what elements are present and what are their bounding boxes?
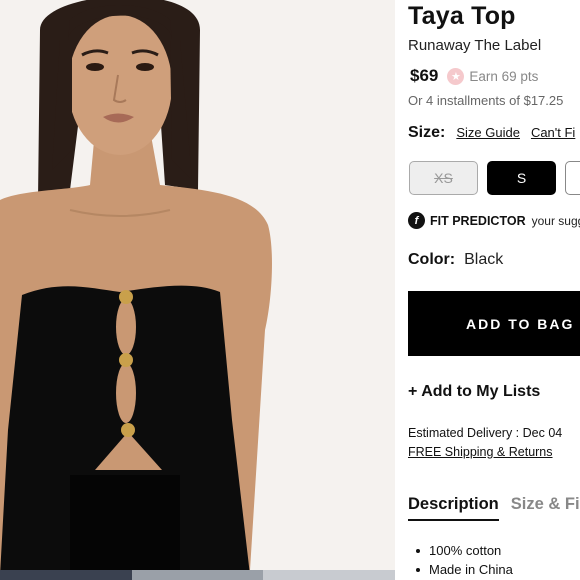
color-value: Black	[464, 251, 504, 268]
size-label: Size:	[408, 124, 446, 141]
size-option-m[interactable]: M	[565, 161, 580, 195]
tab-description[interactable]: Description	[408, 495, 499, 521]
color-row: Color: Black	[408, 251, 503, 269]
size-guide-link[interactable]: Size Guide	[456, 125, 520, 140]
fit-predictor-logo-icon: f	[408, 212, 425, 229]
free-shipping-link[interactable]: FREE Shipping & Returns	[408, 445, 553, 459]
size-option-xs[interactable]: XS	[409, 161, 478, 195]
size-options: XS S M	[409, 161, 580, 195]
fit-predictor[interactable]: f FIT PREDICTOR your sugg	[408, 212, 580, 229]
size-option-s[interactable]: S	[487, 161, 556, 195]
product-image[interactable]	[0, 0, 395, 580]
fit-predictor-text: your sugg	[531, 213, 580, 228]
cant-find-size-link[interactable]: Can't Fi	[531, 125, 575, 140]
product-price: $69	[410, 66, 439, 85]
estimated-delivery: Estimated Delivery : Dec 04	[408, 426, 563, 440]
product-tabs: Description Size & Fi	[408, 495, 580, 521]
list-item: Made in China	[416, 560, 513, 579]
add-to-bag-button[interactable]: ADD TO BAG	[408, 291, 580, 356]
list-item: 100% cotton	[416, 541, 513, 560]
tab-size-fit[interactable]: Size & Fi	[511, 495, 580, 521]
model-photo	[0, 0, 395, 580]
product-info-panel: Taya Top Runaway The Label $69 ★ Earn 69…	[408, 0, 580, 580]
size-header: Size: Size Guide Can't Fi	[408, 124, 575, 142]
fit-predictor-label: FIT PREDICTOR	[430, 213, 526, 228]
reward-points: Earn 69 pts	[469, 68, 539, 84]
brand-link[interactable]: Runaway The Label	[408, 37, 541, 54]
product-title: Taya Top	[408, 2, 516, 30]
installments-text: Or 4 installments of $17.25	[408, 93, 564, 108]
color-label: Color:	[408, 251, 456, 268]
description-list: 100% cotton Made in China	[416, 541, 513, 579]
add-to-lists-link[interactable]: + Add to My Lists	[408, 383, 540, 401]
price-row: $69 ★ Earn 69 pts	[410, 66, 538, 86]
image-thumbnail-strip	[0, 570, 395, 580]
star-badge-icon: ★	[447, 67, 465, 85]
